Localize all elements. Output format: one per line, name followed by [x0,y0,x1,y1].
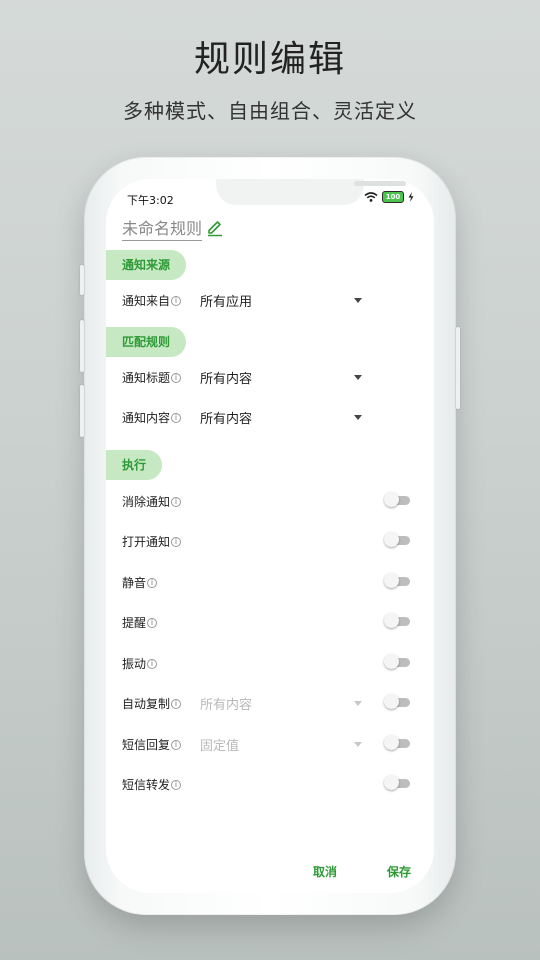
rule-name-text: 未命名规则 [122,215,203,241]
info-icon[interactable]: i [147,658,158,669]
row-label-mute: 静音 i [122,574,158,591]
row-label-sms-reply: 短信回复 i [122,736,182,753]
toggle-mute[interactable] [384,573,410,588]
info-icon[interactable]: i [147,577,158,588]
promo-subtitle: 多种模式、自由组合、灵活定义 [123,99,417,123]
caret-down-icon[interactable] [354,415,362,420]
volume-up-button [80,320,84,372]
info-icon[interactable]: i [171,739,182,750]
charging-icon [408,192,414,202]
power-button [456,327,460,409]
info-icon[interactable]: i [171,779,182,790]
status-time: 下午3:02 [127,194,174,207]
row-label-title: 通知标题 i [122,369,182,386]
select-content-match[interactable]: 所有内容 [200,408,252,427]
volume-down-button [80,385,84,437]
caret-down-icon[interactable] [354,298,362,303]
select-title-match[interactable]: 所有内容 [200,368,252,387]
speaker-grille [354,181,406,186]
row-label-content: 通知内容 i [122,409,182,426]
row-label-open: 打开通知 i [122,533,182,550]
row-label-auto-copy: 自动复制 i [122,695,182,712]
cancel-button[interactable]: 取消 [313,863,337,880]
info-icon[interactable]: i [171,372,182,383]
info-icon[interactable]: i [171,295,182,306]
row-label-sms-forward: 短信转发 i [122,776,182,793]
info-icon[interactable]: i [171,698,182,709]
info-icon[interactable]: i [171,536,182,547]
battery-icon: 100 [382,191,404,203]
select-sms-reply[interactable]: 固定值 [200,735,239,754]
row-label-dismiss: 消除通知 i [122,493,182,510]
promo-title: 规则编辑 [193,39,346,80]
status-icons: 100 [364,191,414,203]
info-icon[interactable]: i [147,617,158,628]
select-auto-copy[interactable]: 所有内容 [200,694,252,713]
info-icon[interactable]: i [171,412,182,423]
pencil-icon[interactable] [206,219,224,237]
caret-down-icon[interactable] [354,701,362,706]
section-source-header: 通知来源 [106,250,186,280]
section-execute-header: 执行 [106,450,162,480]
info-icon[interactable]: i [171,496,182,507]
row-label-vibrate: 振动 i [122,655,158,672]
toggle-vibrate[interactable] [384,654,410,669]
caret-down-icon[interactable] [354,742,362,747]
section-match-header: 匹配规则 [106,327,186,357]
rule-name[interactable]: 未命名规则 [122,215,224,241]
caret-down-icon[interactable] [354,375,362,380]
row-label-source: 通知来自 i [122,292,182,309]
notch [216,179,406,205]
toggle-dismiss[interactable] [384,492,410,507]
toggle-auto-copy[interactable] [384,694,410,709]
phone-frame: 下午3:02 100 未命名规则 通知来源 通知来自 i 所有应用 匹配规则 通… [80,157,460,915]
toggle-sms-forward[interactable] [384,775,410,790]
mute-switch [80,265,84,295]
select-source-app[interactable]: 所有应用 [200,291,252,310]
toggle-remind[interactable] [384,613,410,628]
toggle-open[interactable] [384,532,410,547]
row-label-remind: 提醒 i [122,614,158,631]
wifi-icon [364,192,378,202]
save-button[interactable]: 保存 [387,863,411,880]
phone-screen: 下午3:02 100 未命名规则 通知来源 通知来自 i 所有应用 匹配规则 通… [106,179,434,893]
toggle-sms-reply[interactable] [384,735,410,750]
